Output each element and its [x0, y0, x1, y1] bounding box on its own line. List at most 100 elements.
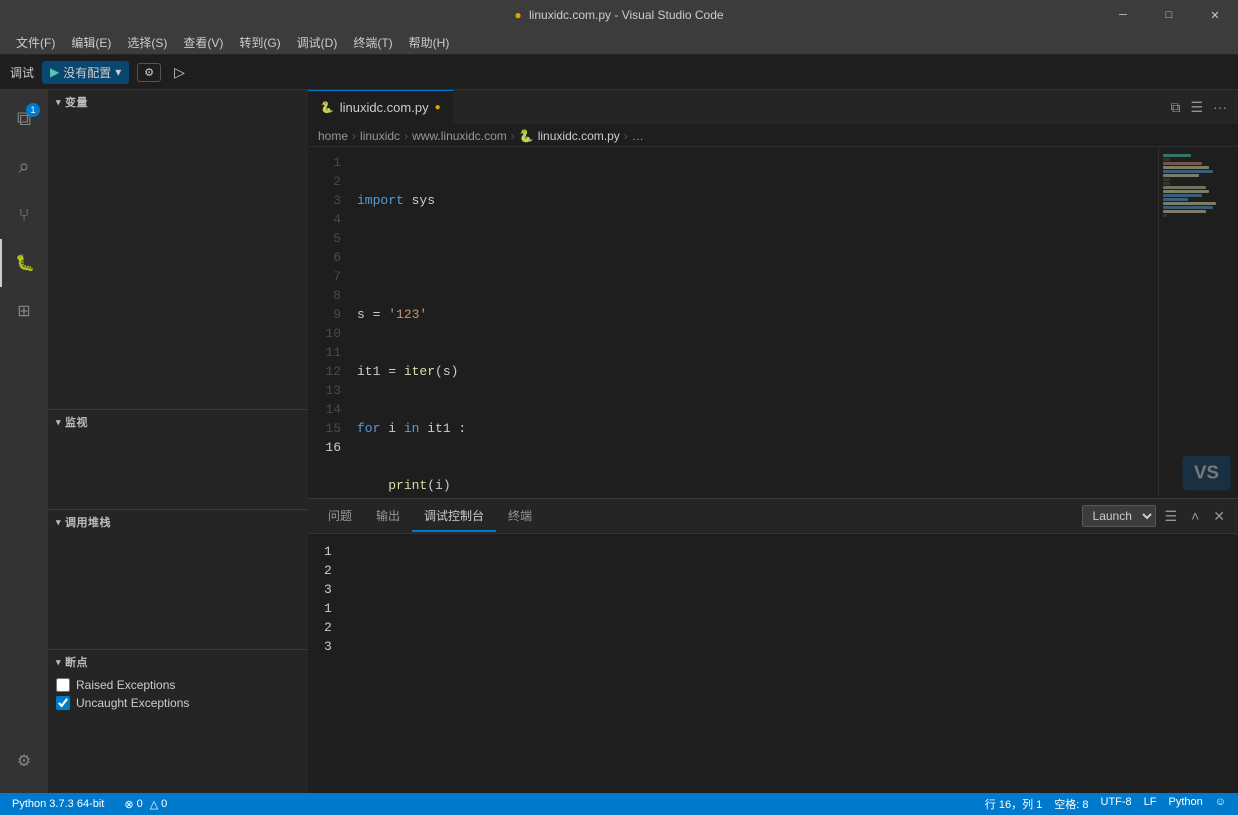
activity-explorer[interactable]: ⧉ 1: [0, 95, 48, 143]
python-version-label: Python 3.7.3 64-bit: [12, 798, 104, 810]
menu-select[interactable]: 选择(S): [119, 32, 175, 53]
raised-exceptions-checkbox[interactable]: [56, 678, 70, 692]
toggle-panel-button[interactable]: ☰: [1187, 96, 1206, 119]
console-output-6: 3: [324, 637, 1222, 656]
line-num-2: 2: [308, 172, 353, 191]
console-output-3: 3: [324, 580, 1222, 599]
watch-header[interactable]: ▾ 监视: [48, 410, 308, 434]
breakpoint-uncaught: Uncaught Exceptions: [56, 696, 300, 710]
debug-start-button[interactable]: ▷: [169, 61, 190, 84]
menu-debug[interactable]: 调试(D): [289, 32, 346, 53]
search-icon: ⌕: [18, 156, 29, 179]
status-line-ending[interactable]: LF: [1140, 796, 1161, 808]
debug-console-content[interactable]: 1 2 3 1 2 3: [308, 534, 1238, 793]
menu-view[interactable]: 查看(V): [175, 32, 231, 53]
variables-label: 变量: [65, 94, 88, 110]
debug-config-label: 没有配置: [63, 64, 111, 81]
panel-scroll-up-button[interactable]: ˄: [1186, 505, 1204, 527]
status-right: 行 16，列 1 空格: 8 UTF-8 LF Python ☺: [981, 796, 1230, 812]
code-line-1: import sys: [357, 191, 1158, 210]
callstack-content: [48, 534, 308, 649]
restore-button[interactable]: □: [1146, 0, 1192, 30]
menu-goto[interactable]: 转到(G): [231, 32, 288, 53]
variables-header[interactable]: ▾ 变量: [48, 90, 308, 114]
activity-extensions[interactable]: ⊞: [0, 287, 48, 335]
menu-help[interactable]: 帮助(H): [401, 32, 458, 53]
panel-tab-debug-console[interactable]: 调试控制台: [412, 501, 496, 532]
status-python[interactable]: Python 3.7.3 64-bit: [8, 793, 108, 815]
tab-actions: ⧉ ☰ ···: [1167, 90, 1238, 124]
variables-content: [48, 114, 308, 409]
status-position[interactable]: 行 16，列 1: [981, 796, 1046, 812]
launch-select[interactable]: Launch: [1082, 505, 1156, 527]
panel-close-button[interactable]: ✕: [1208, 505, 1230, 528]
split-editor-button[interactable]: ⧉: [1167, 96, 1183, 119]
breadcrumb-file[interactable]: linuxidc.com.py: [538, 129, 620, 143]
panel-tab-output[interactable]: 输出: [364, 501, 412, 532]
line-num-7: 7: [308, 267, 353, 286]
tab-label: linuxidc.com.py: [340, 100, 429, 115]
breadcrumb-ellipsis[interactable]: …: [632, 129, 644, 143]
active-tab[interactable]: 🐍 linuxidc.com.py ●: [308, 90, 454, 124]
tab-bar: 🐍 linuxidc.com.py ● ⧉ ☰ ···: [308, 90, 1238, 125]
panel-filter-button[interactable]: ☰: [1160, 505, 1183, 528]
console-output-4: 1: [324, 599, 1222, 618]
panel-tabs: 问题 输出 调试控制台 终端 Launch ☰ ˄ ✕: [308, 499, 1238, 534]
console-output-2: 2: [324, 561, 1222, 580]
status-errors[interactable]: ⊗ 0 △ 0: [120, 793, 171, 815]
callstack-section: ▾ 调用堆栈: [48, 510, 308, 650]
console-output-1: 1: [324, 542, 1222, 561]
callstack-header[interactable]: ▾ 调用堆栈: [48, 510, 308, 534]
breakpoints-header[interactable]: ▾ 断点: [48, 650, 308, 674]
debug-label: 调试: [10, 64, 34, 81]
breakpoint-raised: Raised Exceptions: [56, 678, 300, 692]
breadcrumb-sep-3: ›: [511, 129, 515, 143]
uncaught-exceptions-checkbox[interactable]: [56, 696, 70, 710]
activity-debug[interactable]: 🐛: [0, 239, 48, 287]
explorer-badge: 1: [26, 103, 40, 117]
line-num-3: 3: [308, 191, 353, 210]
activity-settings[interactable]: ⚙: [0, 737, 48, 785]
activity-search[interactable]: ⌕: [0, 143, 48, 191]
menu-terminal[interactable]: 终端(T): [345, 32, 400, 53]
uncaught-exceptions-label: Uncaught Exceptions: [76, 696, 189, 710]
code-line-5: for i in it1 :: [357, 419, 1158, 438]
breadcrumb-linuxidc[interactable]: linuxidc: [360, 129, 400, 143]
status-language[interactable]: Python: [1165, 796, 1207, 808]
line-num-6: 6: [308, 248, 353, 267]
breakpoints-section: ▾ 断点 Raised Exceptions Uncaught Exceptio…: [48, 650, 308, 793]
line-ending-label: LF: [1144, 796, 1157, 808]
code-editor[interactable]: 1 2 3 4 5 6 7 8 9 10 11 12 13 14 15 16: [308, 147, 1238, 498]
callstack-label: 调用堆栈: [65, 514, 111, 530]
line-num-12: 12: [308, 362, 353, 381]
debug-settings-button[interactable]: ⚙: [137, 63, 161, 82]
menu-edit[interactable]: 编辑(E): [63, 32, 119, 53]
status-spaces[interactable]: 空格: 8: [1050, 796, 1092, 812]
breadcrumb-www[interactable]: www.linuxidc.com: [412, 129, 507, 143]
breadcrumb: home › linuxidc › www.linuxidc.com › 🐍 l…: [308, 125, 1238, 147]
more-actions-button[interactable]: ···: [1210, 96, 1230, 118]
menu-file[interactable]: 文件(F): [8, 32, 63, 53]
status-encoding[interactable]: UTF-8: [1097, 796, 1136, 808]
minimize-button[interactable]: ─: [1100, 0, 1146, 30]
watch-label: 监视: [65, 414, 88, 430]
svg-text:VS: VS: [1194, 462, 1219, 483]
close-button[interactable]: ✕: [1192, 0, 1238, 30]
breadcrumb-home[interactable]: home: [318, 129, 348, 143]
code-content[interactable]: import sys s = '123' it1 = iter(s) for i…: [353, 147, 1158, 498]
status-feedback[interactable]: ☺: [1211, 796, 1230, 808]
menu-bar: 文件(F) 编辑(E) 选择(S) 查看(V) 转到(G) 调试(D) 终端(T…: [0, 30, 1238, 55]
watch-content: [48, 434, 308, 509]
line-numbers: 1 2 3 4 5 6 7 8 9 10 11 12 13 14 15 16: [308, 147, 353, 498]
debug-run-button[interactable]: ▶ 没有配置 ▾: [42, 61, 129, 84]
panel-tab-problems[interactable]: 问题: [316, 501, 364, 532]
panel-tab-terminal[interactable]: 终端: [496, 501, 544, 532]
main-layout: ⧉ 1 ⌕ ⑂ 🐛 ⊞ ⚙ ▾ 变量: [0, 90, 1238, 793]
branch-icon: ⑂: [19, 205, 30, 226]
activity-source-control[interactable]: ⑂: [0, 191, 48, 239]
breakpoints-label: 断点: [65, 654, 88, 670]
line-num-11: 11: [308, 343, 353, 362]
tab-modified-dot: ●: [435, 102, 441, 113]
error-count: 0: [137, 798, 143, 810]
line-num-5: 5: [308, 229, 353, 248]
